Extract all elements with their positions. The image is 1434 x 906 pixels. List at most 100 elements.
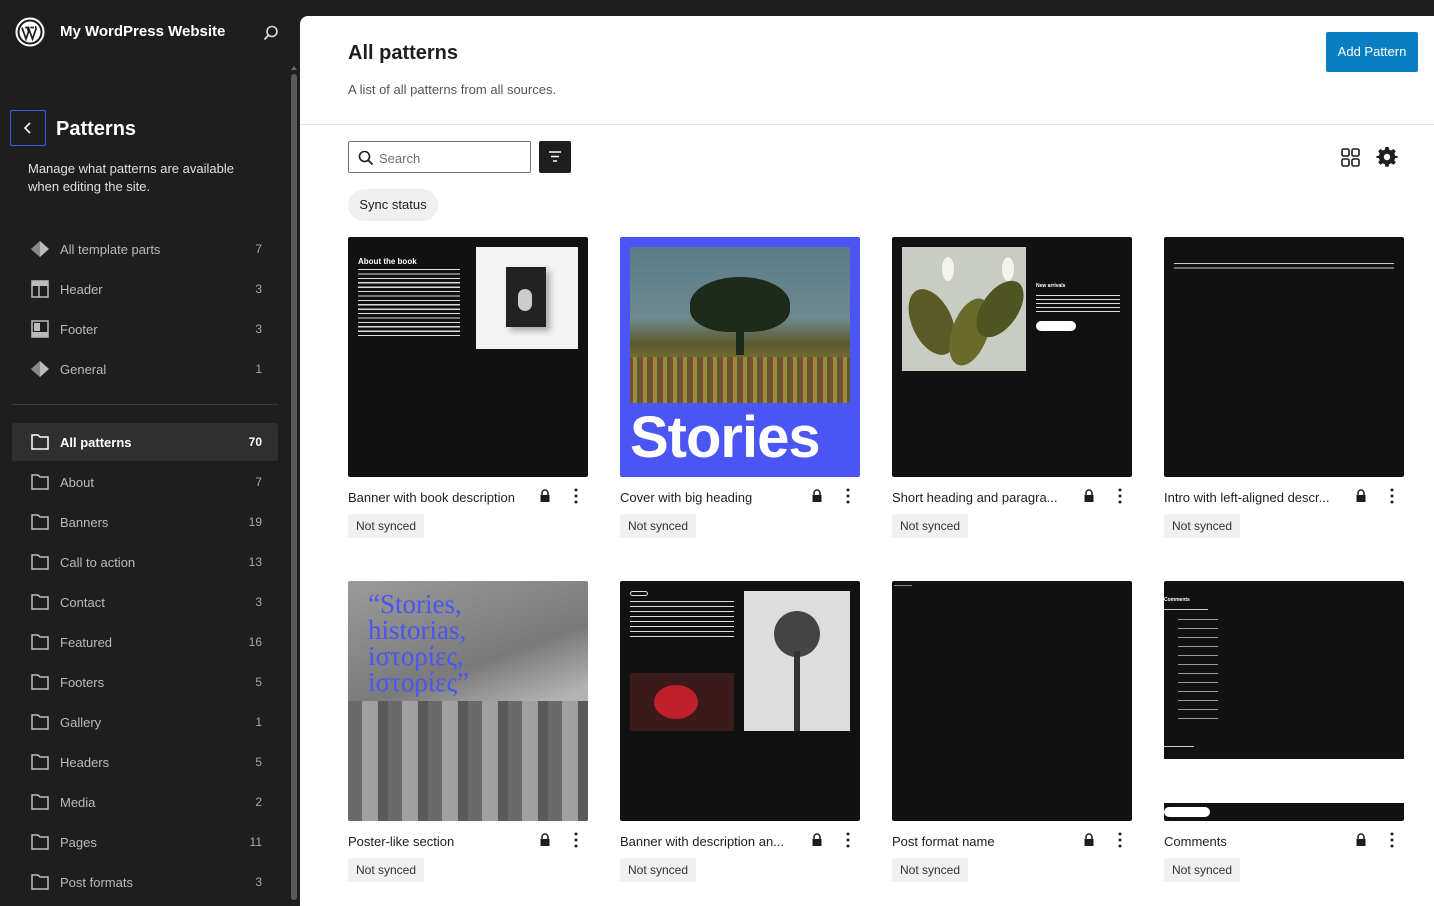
pattern-title[interactable]: Banner with book description	[348, 490, 536, 505]
more-options-icon[interactable]	[842, 487, 854, 505]
sync-status-filter[interactable]: Sync status	[348, 189, 438, 221]
pattern-preview[interactable]	[620, 581, 860, 821]
sidebar-item-all-template-parts[interactable]: All template parts 7	[12, 230, 278, 268]
sidebar: My WordPress Website Patterns Manage wha…	[0, 0, 300, 906]
search-icon	[358, 150, 374, 166]
folder-icon	[31, 834, 49, 850]
sidebar-item-post-formats[interactable]: Post formats 3	[12, 863, 278, 901]
lock-icon	[812, 833, 822, 846]
sidebar-item-count: 11	[249, 835, 262, 849]
sidebar-item-label: Headers	[60, 755, 110, 770]
grid-view-icon[interactable]	[1340, 147, 1362, 169]
pattern-title[interactable]: Comments	[1164, 834, 1352, 849]
sidebar-item-banners[interactable]: Banners 19	[12, 503, 278, 541]
preview-image	[902, 247, 1026, 371]
sidebar-item-pages[interactable]: Pages 11	[12, 823, 278, 861]
sidebar-item-label: Contact	[60, 595, 105, 610]
sync-status-badge: Not synced	[620, 514, 697, 538]
search-input[interactable]	[379, 148, 524, 168]
sidebar-item-count: 5	[255, 675, 262, 689]
sidebar-item-label: All patterns	[60, 435, 132, 450]
pattern-preview[interactable]	[1164, 237, 1404, 477]
pattern-preview[interactable]: Stories	[620, 237, 860, 477]
sidebar-item-label: Header	[60, 282, 103, 297]
sidebar-item-featured[interactable]: Featured 16	[12, 623, 278, 661]
sidebar-item-header[interactable]: Header 3	[12, 270, 278, 308]
sidebar-item-media[interactable]: Media 2	[12, 783, 278, 821]
add-pattern-button[interactable]: Add Pattern	[1326, 32, 1418, 72]
lock-icon	[1084, 833, 1094, 846]
search-field[interactable]	[348, 141, 531, 173]
folder-icon	[31, 674, 49, 690]
more-options-icon[interactable]	[570, 487, 582, 505]
sidebar-item-footers[interactable]: Footers 5	[12, 663, 278, 701]
header-divider	[300, 124, 1434, 125]
gear-icon[interactable]	[1376, 146, 1398, 168]
sync-status-badge: Not synced	[348, 858, 425, 882]
sync-status-badge: Not synced	[1164, 514, 1241, 538]
more-options-icon[interactable]	[1386, 831, 1398, 849]
sidebar-item-count: 3	[255, 595, 262, 609]
more-options-icon[interactable]	[1114, 831, 1126, 849]
pattern-preview[interactable]: Comments	[1164, 581, 1404, 821]
pattern-title[interactable]: Intro with left-aligned descr...	[1164, 490, 1352, 505]
lock-icon	[812, 489, 822, 502]
folder-icon	[31, 794, 49, 810]
preview-button	[1036, 321, 1076, 331]
sidebar-item-label: All template parts	[60, 242, 161, 257]
more-options-icon[interactable]	[1114, 487, 1126, 505]
pattern-title[interactable]: Post format name	[892, 834, 1080, 849]
preview-image-flower	[630, 673, 734, 731]
main-content: All patterns A list of all patterns from…	[300, 16, 1434, 906]
pattern-preview[interactable]: About the book	[348, 237, 588, 477]
lock-icon	[540, 489, 550, 502]
sidebar-item-count: 7	[255, 475, 262, 489]
sidebar-item-headers[interactable]: Headers 5	[12, 743, 278, 781]
back-button[interactable]	[10, 110, 46, 146]
site-title[interactable]: My WordPress Website	[60, 23, 225, 40]
preview-text-lines	[1174, 263, 1394, 272]
sidebar-item-count: 19	[248, 515, 262, 529]
preview-heading: About the book	[358, 257, 417, 266]
sidebar-item-contact[interactable]: Contact 3	[12, 583, 278, 621]
more-options-icon[interactable]	[570, 831, 582, 849]
filter-button[interactable]	[539, 141, 571, 173]
sidebar-item-count: 7	[255, 242, 262, 256]
preview-image	[476, 247, 578, 349]
sidebar-item-label: Media	[60, 795, 96, 810]
sidebar-item-label: Footer	[60, 322, 98, 337]
page-title: All patterns	[348, 42, 459, 64]
sidebar-item-gallery[interactable]: Gallery 1	[12, 703, 278, 741]
pattern-title[interactable]: Banner with description an...	[620, 834, 808, 849]
sidebar-item-footer[interactable]: Footer 3	[12, 310, 278, 348]
pattern-title[interactable]: Cover with big heading	[620, 490, 808, 505]
preview-comment-list	[1178, 619, 1218, 719]
pattern-preview[interactable]: “Stories, historias, iστορίες, iστορίες”	[348, 581, 588, 821]
preview-text-lines	[1164, 609, 1208, 610]
sidebar-scrollbar[interactable]	[290, 66, 298, 906]
sidebar-item-count: 1	[255, 362, 262, 376]
scroll-up-arrow-icon[interactable]	[291, 66, 297, 70]
sidebar-item-call-to-action[interactable]: Call to action 13	[12, 543, 278, 581]
preview-heading: Comments	[1164, 597, 1190, 603]
search-icon[interactable]	[262, 24, 280, 42]
preview-text-lines	[1036, 295, 1120, 313]
sidebar-item-label: Footers	[60, 675, 105, 690]
pattern-title[interactable]: Poster-like section	[348, 834, 536, 849]
pattern-preview[interactable]	[892, 581, 1132, 821]
preview-heading: New arrivals	[1036, 283, 1066, 289]
sidebar-item-all-patterns[interactable]: All patterns 70	[12, 423, 278, 461]
footer-icon	[31, 320, 49, 338]
pattern-title[interactable]: Short heading and paragra...	[892, 490, 1080, 505]
scrollbar-thumb[interactable]	[291, 74, 297, 900]
preview-heading: “Stories, historias, iστορίες, iστορίες”	[368, 589, 470, 697]
pattern-preview[interactable]: New arrivals	[892, 237, 1132, 477]
more-options-icon[interactable]	[1386, 487, 1398, 505]
sidebar-item-label: Post formats	[60, 875, 133, 890]
sync-status-badge: Not synced	[348, 514, 425, 538]
sidebar-item-count: 2	[255, 795, 262, 809]
wordpress-logo-icon[interactable]	[15, 17, 45, 47]
sidebar-item-about[interactable]: About 7	[12, 463, 278, 501]
more-options-icon[interactable]	[842, 831, 854, 849]
sidebar-item-general[interactable]: General 1	[12, 350, 278, 388]
